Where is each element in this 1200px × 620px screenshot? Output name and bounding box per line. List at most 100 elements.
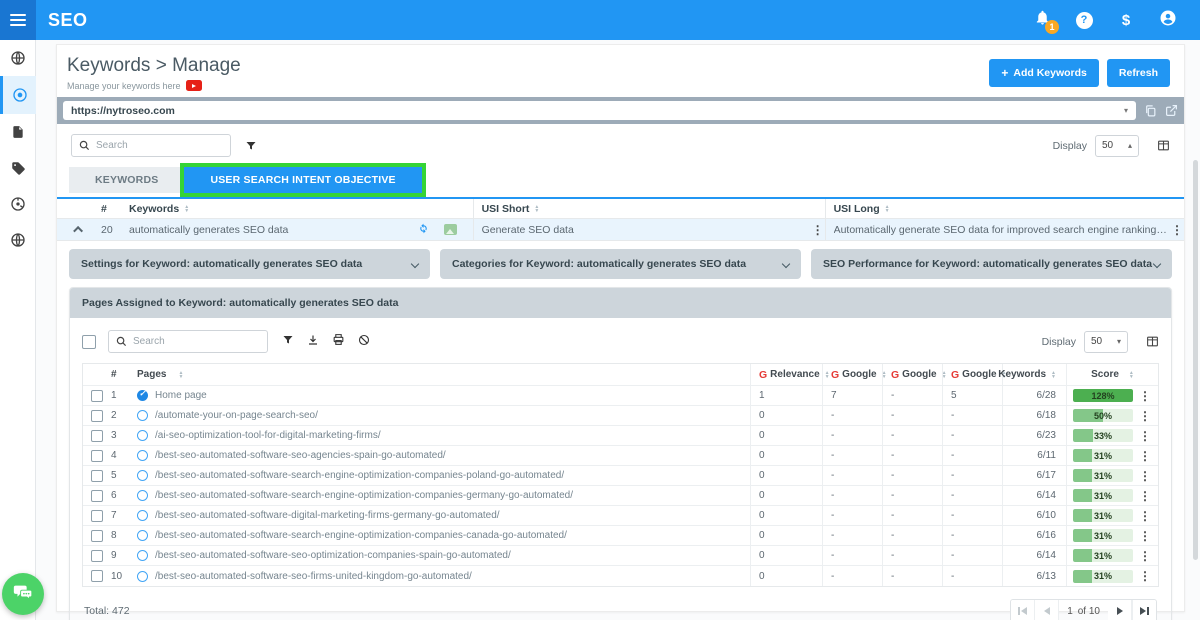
col-google-3[interactable]: GGoogle: [942, 364, 1002, 385]
page-link[interactable]: /best-seo-automated-software-digital-mar…: [155, 510, 500, 521]
columns-icon[interactable]: [1146, 335, 1159, 348]
display-select[interactable]: 50: [1095, 135, 1139, 157]
current-page[interactable]: 1: [1067, 606, 1073, 617]
pages-panel-header[interactable]: Pages Assigned to Keyword: automatically…: [70, 288, 1171, 318]
refresh-button[interactable]: Refresh: [1107, 59, 1170, 87]
google-value: -: [822, 526, 882, 545]
page-link[interactable]: /automate-your-on-page-search-seo/: [155, 410, 318, 421]
select-all-checkbox[interactable]: [82, 335, 96, 349]
menu-toggle[interactable]: [0, 0, 36, 40]
page-link[interactable]: /best-seo-automated-software-search-engi…: [155, 470, 564, 481]
print-icon[interactable]: [332, 333, 345, 351]
chevron-down-icon: [1153, 260, 1161, 268]
row-menu-kebab[interactable]: [1138, 409, 1152, 423]
youtube-icon[interactable]: [186, 80, 202, 91]
col-num: #: [111, 369, 137, 380]
tab-user-search-intent-objective[interactable]: USER SEARCH INTENT OBJECTIVE: [184, 167, 421, 193]
col-score[interactable]: Score: [1066, 364, 1158, 385]
row-checkbox[interactable]: [91, 390, 103, 402]
sidebar-item-pages[interactable]: [0, 114, 36, 150]
columns-icon[interactable]: [1157, 139, 1170, 152]
google-value: 7: [822, 386, 882, 405]
notifications-button[interactable]: 1: [1032, 10, 1052, 30]
content-card: Keywords > Manage Manage your keywords h…: [56, 44, 1185, 612]
row-menu-kebab[interactable]: [1138, 449, 1152, 463]
usi-long-menu-kebab[interactable]: [1170, 223, 1184, 237]
sidebar-item-tags[interactable]: [0, 150, 36, 186]
page-link[interactable]: /best-seo-automated-software-search-engi…: [155, 490, 573, 501]
row-menu-kebab[interactable]: [1138, 429, 1152, 443]
site-url-select[interactable]: ▾: [63, 101, 1136, 120]
page-link[interactable]: /best-seo-automated-software-seo-optimiz…: [155, 550, 511, 561]
page-link[interactable]: /best-seo-automated-software-search-engi…: [155, 530, 567, 541]
image-preview-icon[interactable]: [444, 224, 457, 235]
col-usi-long[interactable]: USI Long: [825, 199, 1184, 218]
row-checkbox[interactable]: [91, 410, 103, 422]
accordion-settings[interactable]: Settings for Keyword: automatically gene…: [69, 249, 430, 279]
help-button[interactable]: ?: [1074, 10, 1094, 30]
pages-search[interactable]: [108, 330, 268, 353]
row-checkbox[interactable]: [91, 450, 103, 462]
collapse-row-button[interactable]: [57, 226, 101, 233]
sidebar-item-domains[interactable]: [0, 222, 36, 258]
site-url-input[interactable]: [71, 105, 1124, 117]
billing-button[interactable]: $: [1116, 10, 1136, 30]
usi-long-text: Automatically generate SEO data for impr…: [834, 224, 1170, 236]
open-in-new-icon[interactable]: [1165, 104, 1178, 117]
row-menu-kebab[interactable]: [1138, 569, 1152, 583]
chat-widget-button[interactable]: [2, 573, 44, 615]
scrollbar[interactable]: [1193, 160, 1198, 560]
row-checkbox[interactable]: [91, 530, 103, 542]
table-row: 5 /best-seo-automated-software-search-en…: [83, 466, 1158, 486]
row-number: 5: [111, 470, 137, 481]
sidebar-item-keywords-active[interactable]: [0, 76, 36, 114]
row-menu-kebab[interactable]: [1138, 549, 1152, 563]
page-link[interactable]: /ai-seo-optimization-tool-for-digital-ma…: [155, 430, 381, 441]
keywords-search-input[interactable]: [96, 140, 223, 151]
sidebar-item-tracking[interactable]: [0, 186, 36, 222]
keywords-search[interactable]: [71, 134, 231, 157]
row-checkbox[interactable]: [91, 510, 103, 522]
row-menu-kebab[interactable]: [1138, 389, 1152, 403]
col-usi-short[interactable]: USI Short: [473, 199, 825, 218]
row-checkbox[interactable]: [91, 550, 103, 562]
tab-keywords[interactable]: KEYWORDS: [69, 167, 184, 193]
first-page-button[interactable]: [1011, 599, 1035, 620]
filter-icon[interactable]: [245, 140, 257, 152]
row-menu-kebab[interactable]: [1138, 529, 1152, 543]
col-pages[interactable]: Pages: [137, 369, 750, 380]
usi-short-menu-kebab[interactable]: [811, 223, 825, 237]
last-page-button[interactable]: [1132, 599, 1156, 620]
filter-icon[interactable]: [282, 333, 294, 351]
row-checkbox[interactable]: [91, 430, 103, 442]
page-link[interactable]: /best-seo-automated-software-seo-agencie…: [155, 450, 446, 461]
sidebar-item-websites[interactable]: [0, 40, 36, 76]
page-link[interactable]: /best-seo-automated-software-seo-firms-u…: [155, 571, 472, 582]
pages-search-input[interactable]: [133, 336, 260, 347]
col-keywords[interactable]: Keywords: [1002, 364, 1066, 385]
col-google-1[interactable]: GGoogle: [822, 364, 882, 385]
relevance-value: 0: [750, 506, 822, 525]
row-menu-kebab[interactable]: [1138, 489, 1152, 503]
row-menu-kebab[interactable]: [1138, 509, 1152, 523]
block-icon[interactable]: [358, 333, 370, 351]
row-checkbox[interactable]: [91, 570, 103, 582]
next-page-button[interactable]: [1108, 599, 1132, 620]
pages-display-select[interactable]: 50: [1084, 331, 1128, 353]
col-keywords[interactable]: Keywords: [129, 203, 473, 215]
row-checkbox[interactable]: [91, 470, 103, 482]
account-button[interactable]: [1158, 10, 1178, 30]
accordion-seo-performance[interactable]: SEO Performance for Keyword: automatical…: [811, 249, 1172, 279]
download-icon[interactable]: [307, 333, 319, 351]
col-google-2[interactable]: GGoogle: [882, 364, 942, 385]
page-link[interactable]: Home page: [155, 390, 207, 401]
col-relevance[interactable]: GRelevance: [750, 364, 822, 385]
copy-icon[interactable]: [1144, 104, 1157, 118]
row-checkbox[interactable]: [91, 490, 103, 502]
sync-settings-icon[interactable]: [417, 222, 430, 238]
add-keywords-button[interactable]: + Add Keywords: [989, 59, 1099, 87]
row-menu-kebab[interactable]: [1138, 469, 1152, 483]
prev-page-button[interactable]: [1035, 599, 1059, 620]
chevron-down-icon[interactable]: ▾: [1124, 106, 1128, 115]
accordion-categories[interactable]: Categories for Keyword: automatically ge…: [440, 249, 801, 279]
